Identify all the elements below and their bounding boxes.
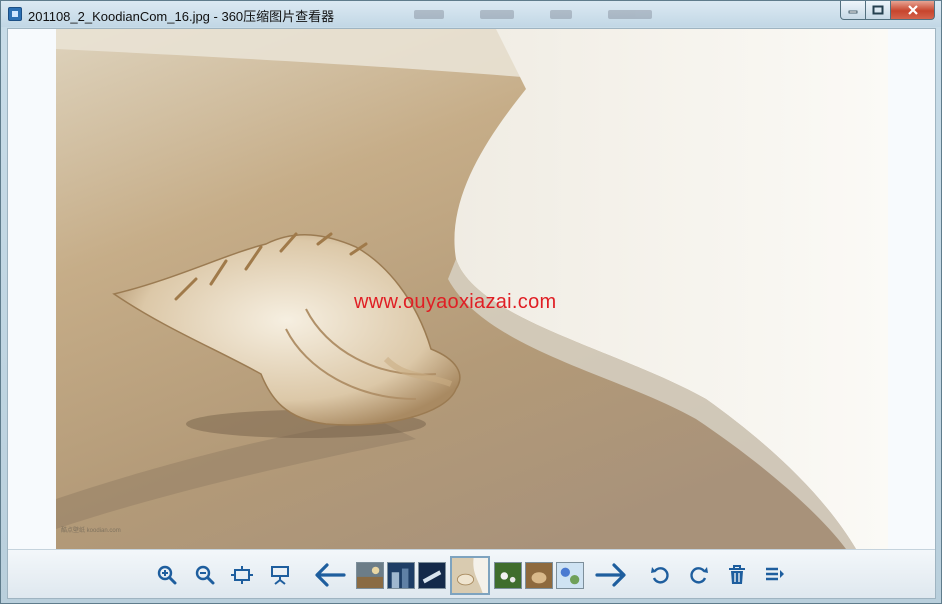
thumbnail-1[interactable] xyxy=(356,562,384,589)
fit-window-button[interactable] xyxy=(230,563,254,587)
maximize-button[interactable] xyxy=(866,1,891,20)
bottom-toolbar xyxy=(8,549,935,598)
thumbnail-5[interactable] xyxy=(494,562,522,589)
close-button[interactable] xyxy=(891,1,935,20)
thumbnail-image xyxy=(452,558,488,593)
next-button[interactable] xyxy=(595,563,627,587)
minimize-icon xyxy=(848,10,858,14)
thumbnail-7[interactable] xyxy=(556,562,584,589)
title-bar[interactable]: 201108_2_KoodianCom_16.jpg - 360压缩图片查看器 xyxy=(1,1,941,27)
watermark-text: www.ouyaoxiazai.com xyxy=(354,291,557,313)
minimize-button[interactable] xyxy=(840,1,866,20)
more-button[interactable] xyxy=(763,563,787,587)
zoom-out-button[interactable] xyxy=(193,563,217,587)
delete-button[interactable] xyxy=(725,563,749,587)
arrow-left-icon xyxy=(315,563,346,587)
zoom-out-icon xyxy=(195,565,215,585)
rotate-right-button[interactable] xyxy=(687,563,711,587)
thumbnail-image xyxy=(526,563,552,588)
thumbnail-image xyxy=(557,563,583,588)
thumbnail-image xyxy=(495,563,521,588)
rotate-ccw-icon xyxy=(651,567,669,584)
maximize-icon xyxy=(872,5,884,15)
previous-button[interactable] xyxy=(314,563,346,587)
rotate-left-button[interactable] xyxy=(648,563,672,587)
viewer-area: www.ouyaoxiazai.com 酷点壁纸 koodian.com xyxy=(7,28,936,599)
thumbnail-3[interactable] xyxy=(418,562,446,589)
app-window: 201108_2_KoodianCom_16.jpg - 360压缩图片查看器 xyxy=(0,0,942,604)
thumbnail-image xyxy=(357,563,383,588)
thumbnail-2[interactable] xyxy=(387,562,415,589)
thumbnail-6[interactable] xyxy=(525,562,553,589)
zoom-in-icon xyxy=(157,565,177,585)
close-icon xyxy=(907,5,918,15)
app-icon[interactable] xyxy=(8,7,22,21)
background-menu-ghost xyxy=(396,1,686,27)
rotate-cw-icon xyxy=(690,567,708,584)
zoom-in-button[interactable] xyxy=(155,563,179,587)
trash-icon xyxy=(729,565,745,584)
thumbnail-4-active[interactable] xyxy=(450,556,490,595)
window-controls xyxy=(840,1,935,20)
slideshow-button[interactable] xyxy=(268,563,292,587)
window-title: 201108_2_KoodianCom_16.jpg - 360压缩图片查看器 xyxy=(28,9,335,24)
menu-list-icon xyxy=(766,567,784,581)
arrow-right-icon xyxy=(595,563,626,587)
photo-credit: 酷点壁纸 koodian.com xyxy=(61,528,121,534)
photo-display[interactable]: www.ouyaoxiazai.com 酷点壁纸 koodian.com xyxy=(56,29,888,549)
thumbnail-image xyxy=(388,563,414,588)
slideshow-icon xyxy=(271,566,289,585)
fit-window-icon xyxy=(231,566,253,584)
thumbnail-image xyxy=(419,563,445,588)
beach-shell-photo xyxy=(56,29,888,549)
